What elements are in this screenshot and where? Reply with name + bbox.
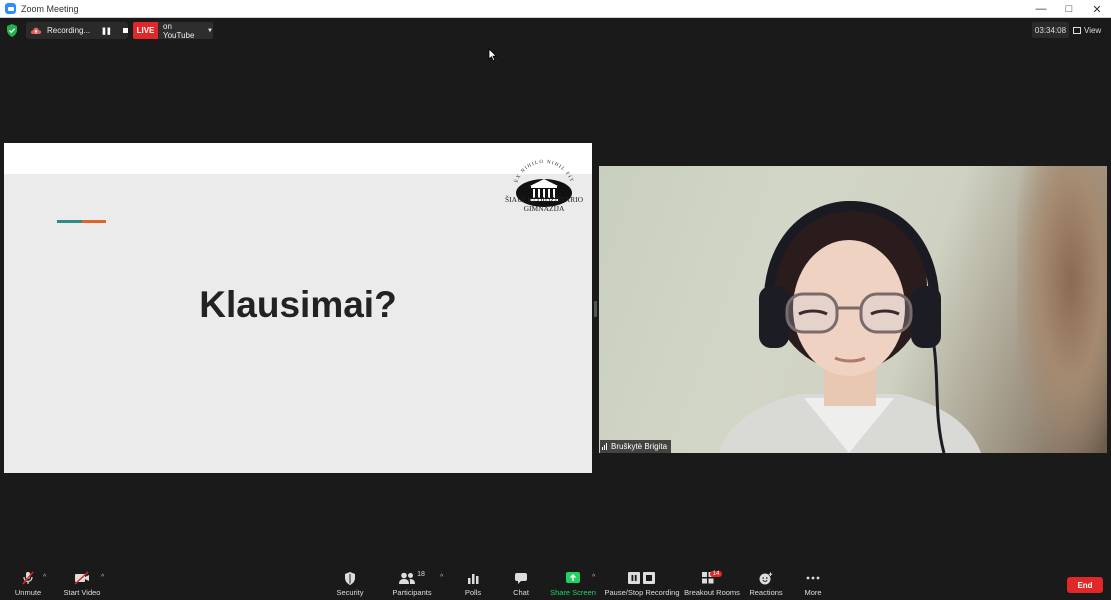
breakout-rooms-icon: 14 <box>701 571 723 585</box>
more-label: More <box>804 588 822 597</box>
window-title: Zoom Meeting <box>21 3 79 14</box>
reactions-smiley-icon <box>759 571 773 585</box>
muted-microphone-icon <box>21 571 35 585</box>
chat-button[interactable]: Chat <box>506 570 536 600</box>
participant-name-tag: Bruškytė Brigita <box>600 440 672 453</box>
pause-stop-recording-button[interactable]: Pause/Stop Recording <box>604 570 680 600</box>
live-badge[interactable]: LIVE <box>133 22 158 39</box>
slide-heading: Klausimai? <box>199 284 397 325</box>
share-options-chevron-up-icon[interactable]: ^ <box>592 574 595 581</box>
unmute-label: Unmute <box>14 588 42 597</box>
start-video-label: Start Video <box>63 588 101 597</box>
meeting-topbar: Recording... ❚❚ LIVE on YouTube ▼ 03:34:… <box>0 18 1111 44</box>
more-dots-icon <box>806 571 820 585</box>
zoom-app-icon <box>5 3 16 14</box>
participants-icon: 18 <box>399 571 425 585</box>
unmute-button[interactable]: Unmute <box>8 570 48 600</box>
view-button[interactable]: View <box>1073 22 1107 38</box>
share-screen-button[interactable]: Share Screen <box>550 570 596 600</box>
video-off-icon <box>74 571 90 585</box>
polls-button[interactable]: Polls <box>458 570 488 600</box>
breakout-rooms-label: Breakout Rooms <box>684 588 740 597</box>
reactions-button[interactable]: Reactions <box>748 570 784 600</box>
cloud-recording-icon <box>30 27 42 34</box>
shared-screen-slide: EX NIHILO NIHIL FIT ŠIAULIŲ DIDŽDVARIO G… <box>4 143 592 473</box>
maximize-icon[interactable]: □ <box>1055 0 1083 18</box>
breakout-rooms-button[interactable]: 14 Breakout Rooms <box>684 570 740 600</box>
mouse-cursor-icon <box>488 48 498 62</box>
participants-label: Participants <box>392 588 432 597</box>
window-titlebar: Zoom Meeting — □ ✕ <box>0 0 1111 18</box>
security-button[interactable]: Security <box>330 570 370 600</box>
share-screen-icon <box>566 571 580 585</box>
logo-line2: GIMNAZIJA <box>523 204 565 213</box>
polls-bar-chart-icon <box>467 571 479 585</box>
participant-video-frame <box>719 200 981 453</box>
participants-button[interactable]: 18 Participants <box>389 570 435 600</box>
security-label: Security <box>336 588 364 597</box>
reactions-label: Reactions <box>749 588 783 597</box>
minimize-icon[interactable]: — <box>1027 0 1055 18</box>
meeting-toolbar: Unmute ^ Start Video ^ Security 18 Parti… <box>0 570 1111 600</box>
recording-status-label: Recording... <box>47 26 91 35</box>
breakout-rooms-badge: 14 <box>709 571 723 577</box>
logo-line1: ŠIAULIŲ DIDŽDVARIO <box>505 195 583 204</box>
participant-name: Bruškytė Brigita <box>611 442 668 451</box>
polls-label: Polls <box>464 588 482 597</box>
chat-bubble-icon <box>514 571 528 585</box>
start-video-button[interactable]: Start Video <box>60 570 104 600</box>
window-controls: — □ ✕ <box>1027 0 1111 18</box>
security-shield-icon <box>344 571 356 585</box>
live-stream-target-label: on YouTube <box>163 21 195 40</box>
pause-stop-recording-label: Pause/Stop Recording <box>604 588 680 597</box>
meeting-timer: 03:34:08 <box>1032 22 1069 38</box>
participant-video[interactable] <box>599 166 1107 453</box>
share-screen-label: Share Screen <box>550 588 596 597</box>
live-stream-target-dropdown[interactable]: on YouTube ▼ <box>158 21 213 40</box>
view-label: View <box>1084 25 1102 35</box>
signal-strength-icon <box>602 443 608 450</box>
encryption-shield-icon[interactable] <box>6 24 18 37</box>
audio-options-chevron-up-icon[interactable]: ^ <box>43 574 46 581</box>
school-logo-text: ŠIAULIŲ DIDŽDVARIO GIMNAZIJA <box>500 195 588 213</box>
pause-stop-icon <box>628 571 656 585</box>
recording-indicator: Recording... ❚❚ <box>26 22 128 39</box>
stop-recording-icon[interactable] <box>122 28 128 33</box>
pause-recording-icon[interactable]: ❚❚ <box>101 27 112 35</box>
close-icon[interactable]: ✕ <box>1083 0 1111 18</box>
split-view-divider[interactable] <box>594 301 597 317</box>
chevron-down-icon: ▼ <box>207 27 213 34</box>
participants-count: 18 <box>417 571 425 578</box>
end-meeting-button[interactable]: End <box>1067 577 1103 593</box>
participants-chevron-up-icon[interactable]: ^ <box>440 574 443 581</box>
chat-label: Chat <box>513 588 529 597</box>
view-grid-icon <box>1073 26 1081 34</box>
video-options-chevron-up-icon[interactable]: ^ <box>101 574 104 581</box>
more-button[interactable]: More <box>800 570 826 600</box>
slide-accent-line <box>57 220 106 223</box>
meeting-area: Recording... ❚❚ LIVE on YouTube ▼ 03:34:… <box>0 18 1111 600</box>
